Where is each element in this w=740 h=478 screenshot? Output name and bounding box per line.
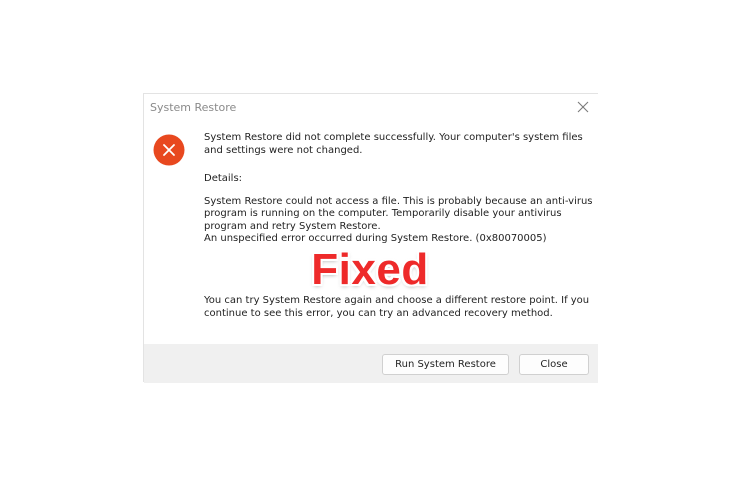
error-x-circle-icon	[153, 134, 185, 166]
system-restore-dialog: System Restore System Restore did not co…	[143, 93, 598, 383]
close-icon[interactable]	[576, 100, 590, 114]
dialog-content: System Restore did not complete successf…	[204, 132, 596, 246]
close-button[interactable]: Close	[519, 354, 589, 375]
fixed-overlay: Fixed	[0, 248, 740, 292]
details-label: Details:	[204, 173, 243, 184]
details-text: System Restore could not access a file. …	[204, 195, 593, 232]
title-bar: System Restore	[144, 94, 598, 122]
dialog-footer: Run System Restore Close	[144, 344, 598, 383]
error-message: System Restore did not complete successf…	[204, 132, 583, 156]
fixed-overlay-text: Fixed	[311, 245, 429, 294]
dialog-title: System Restore	[150, 101, 237, 114]
advice-text: You can try System Restore again and cho…	[204, 295, 590, 319]
error-code-text: An unspecified error occurred during Sys…	[204, 233, 547, 244]
run-system-restore-button[interactable]: Run System Restore	[382, 354, 509, 375]
